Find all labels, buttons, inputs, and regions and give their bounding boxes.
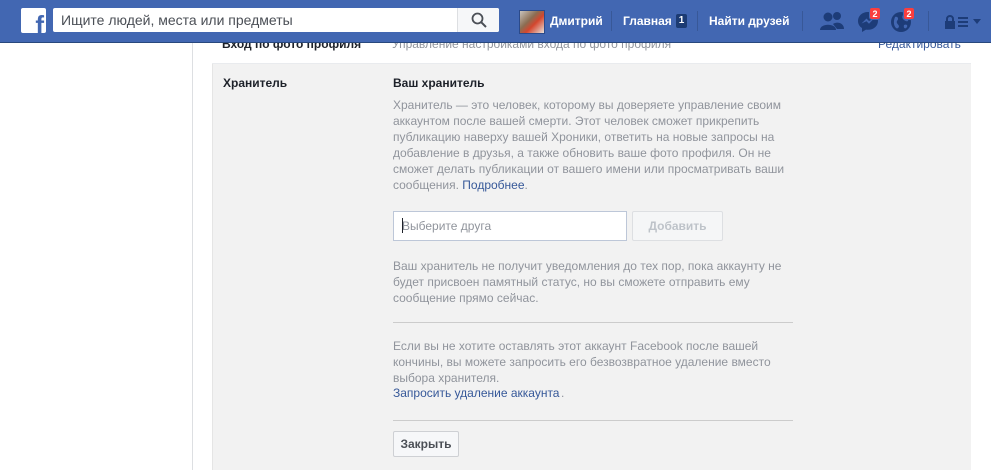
messages-badge: 2 [869, 7, 881, 20]
settings-row-description: Управление настройками входа по фото про… [392, 43, 672, 51]
find-friends-link[interactable]: Найти друзей [709, 14, 789, 28]
settings-menu-icon[interactable] [958, 17, 968, 27]
section-title: Ваш хранитель [393, 76, 485, 90]
search-icon [471, 12, 487, 28]
lock-icon[interactable] [944, 15, 956, 29]
dropdown-triangle-icon[interactable] [973, 19, 981, 25]
profile-link[interactable]: Дмитрий [550, 14, 603, 28]
nav-divider [928, 11, 929, 31]
divider [393, 420, 793, 421]
settings-row-profile-photo-login: Вход по фото профиля Управление настройк… [212, 43, 971, 64]
divider [393, 322, 793, 323]
close-button[interactable]: Закрыть [393, 431, 459, 457]
top-bar: f Дмитрий Главная 1 Найти друзей 2 2 [0, 0, 991, 43]
settings-row-label: Хранитель [223, 76, 288, 90]
add-button[interactable]: Добавить [632, 211, 723, 241]
learn-more-link[interactable]: Подробнее [462, 178, 524, 192]
left-column-divider [192, 43, 193, 470]
request-account-deletion-link[interactable]: Запросить удаление аккаунта [393, 386, 559, 400]
home-link[interactable]: Главная [623, 14, 672, 28]
legacy-contact-description: Хранитель — это человек, которому вы дов… [393, 98, 785, 192]
legacy-contact-notice: Ваш хранитель не получит уведомления до … [393, 259, 782, 305]
period: . [561, 386, 565, 400]
nav-divider [611, 11, 612, 31]
notifications-badge: 2 [903, 7, 915, 20]
nav-divider [697, 11, 698, 31]
search-button[interactable] [457, 8, 499, 32]
home-count-badge: 1 [676, 14, 687, 28]
search-input[interactable] [53, 8, 457, 32]
choose-friend-input[interactable] [393, 211, 627, 241]
facebook-logo[interactable]: f [21, 8, 46, 33]
search-box [53, 8, 499, 32]
settings-row-label: Вход по фото профиля [222, 43, 362, 51]
account-deletion-text: Если вы не хотите оставлять этот аккаунт… [393, 339, 771, 385]
friends-icon[interactable] [819, 11, 845, 31]
text-caret [402, 218, 403, 233]
description-text: Хранитель — это человек, которому вы дов… [393, 98, 785, 192]
legacy-contact-panel: Хранитель Ваш хранитель Хранитель — это … [212, 64, 971, 470]
avatar[interactable] [519, 10, 545, 34]
edit-link[interactable]: Редактировать [878, 43, 961, 51]
nav-divider [802, 11, 803, 31]
